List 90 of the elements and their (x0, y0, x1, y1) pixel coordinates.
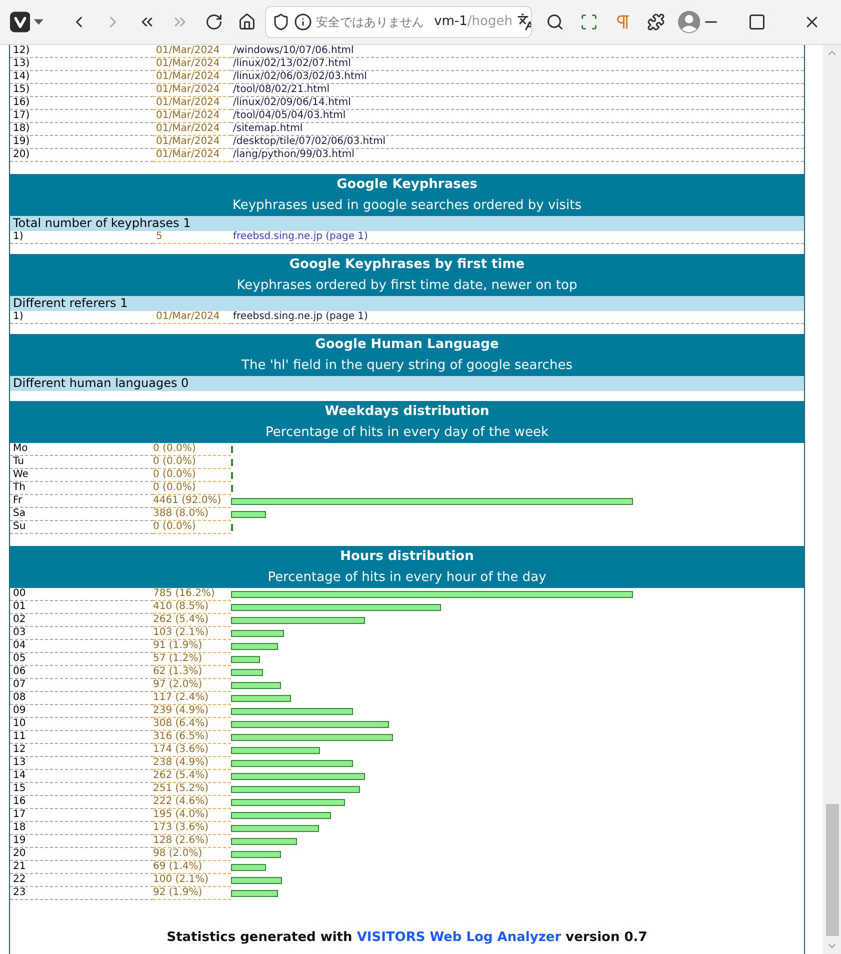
rank-cell: 1) (10, 311, 153, 324)
date-cell: 01/Mar/2024 (153, 110, 231, 123)
date-cell: 01/Mar/2024 (153, 71, 231, 84)
label-cell: 00 (10, 588, 153, 601)
label-cell: We (10, 469, 153, 482)
keyphrase-text: freebsd.sing.ne.jp (page 1) (231, 311, 804, 324)
page-path-link[interactable]: /linux/02/06/03/02/03.html (231, 71, 804, 84)
dropdown-caret-icon[interactable] (34, 19, 44, 25)
page-path-link[interactable]: /linux/02/09/06/14.html (231, 97, 804, 110)
browser-logo-icon[interactable] (10, 11, 30, 33)
rank-cell: 17) (10, 110, 153, 123)
label-cell: Mo (10, 443, 153, 456)
date-cell: 01/Mar/2024 (153, 123, 231, 136)
label-cell: 23 (10, 887, 153, 900)
label-cell: 01 (10, 601, 153, 614)
label-cell: 20 (10, 848, 153, 861)
label-cell: 08 (10, 692, 153, 705)
label-cell: 06 (10, 666, 153, 679)
section-title: Hours distribution (10, 546, 804, 567)
label-cell: Sa (10, 508, 153, 521)
section-subtitle: Percentage of hits in every day of the week (10, 422, 804, 443)
label-cell: 07 (10, 679, 153, 692)
label-cell: 19 (10, 835, 153, 848)
label-cell: Th (10, 482, 153, 495)
page-path-link[interactable]: /lang/python/99/03.html (231, 149, 804, 162)
rank-cell: 1) (10, 231, 153, 244)
label-cell: 17 (10, 809, 153, 822)
summary-row: Different referers 1 (10, 296, 804, 311)
scrollbar[interactable] (823, 45, 841, 954)
analyzer-link[interactable]: VISITORS Web Log Analyzer (356, 930, 562, 945)
date-cell: 01/Mar/2024 (153, 149, 231, 162)
rank-cell: 14) (10, 71, 153, 84)
date-cell: 01/Mar/2024 (153, 97, 231, 110)
label-cell: 21 (10, 861, 153, 874)
summary-row: Total number of keyphrases 1 (10, 216, 804, 231)
rank-cell: 16) (10, 97, 153, 110)
rank-cell: 19) (10, 136, 153, 149)
section-subtitle: Percentage of hits in every hour of the day (10, 567, 804, 588)
label-cell: 02 (10, 614, 153, 627)
page-path-link[interactable]: /sitemap.html (231, 123, 804, 136)
address-field[interactable]: 安全ではありません vm-1/hogeh (265, 6, 532, 38)
date-cell: 01/Mar/2024 (153, 84, 231, 97)
section-title: Google Human Language (10, 334, 804, 355)
label-cell: 10 (10, 718, 153, 731)
keyphrase-link[interactable]: freebsd.sing.ne.jp (page 1) (231, 231, 804, 244)
label-cell: 03 (10, 627, 153, 640)
rank-cell: 20) (10, 149, 153, 162)
label-cell: 05 (10, 653, 153, 666)
label-cell: 18 (10, 822, 153, 835)
section-title: Google Keyphrases (10, 174, 804, 195)
rank-cell: 12) (10, 45, 153, 58)
label-cell: 04 (10, 640, 153, 653)
rank-cell: 18) (10, 123, 153, 136)
security-label: 安全ではありません (316, 14, 424, 31)
value-cell: 5 (153, 231, 231, 244)
label-cell: Tu (10, 456, 153, 469)
label-cell: Su (10, 521, 153, 534)
scrollbar-thumb[interactable] (826, 804, 838, 936)
summary-row: Different human languages 0 (10, 376, 804, 391)
section-subtitle: The 'hl' field in the query string of google searches (10, 355, 804, 376)
date-cell: 01/Mar/2024 (153, 45, 231, 58)
date-cell: 01/Mar/2024 (153, 136, 231, 149)
translate-icon[interactable] (516, 13, 531, 31)
label-cell: 15 (10, 783, 153, 796)
page-path-link[interactable]: /linux/02/13/02/07.html (231, 58, 804, 71)
date-cell: 01/Mar/2024 (153, 58, 231, 71)
label-cell: 13 (10, 757, 153, 770)
label-cell: 11 (10, 731, 153, 744)
label-cell: 14 (10, 770, 153, 783)
value-cell: 01/Mar/2024 (153, 311, 231, 324)
rank-cell: 13) (10, 58, 153, 71)
page-path-link[interactable]: /tool/04/05/04/03.html (231, 110, 804, 123)
url-text: vm-1/hogeh (434, 13, 512, 32)
section-subtitle: Keyphrases used in google searches ordered by visits (10, 195, 804, 216)
section-title: Weekdays distribution (10, 401, 804, 422)
section-subtitle: Keyphrases ordered by first time date, newer on top (10, 275, 804, 296)
section-title: Google Keyphrases by first time (10, 254, 804, 275)
avatar-icon[interactable] (678, 10, 700, 34)
page-path-link[interactable]: /desktop/tile/07/02/06/03.html (231, 136, 804, 149)
shield-icon (272, 13, 290, 31)
page-path-link[interactable]: /windows/10/07/06.html (231, 45, 804, 58)
footer-text: Statistics generated with VISITORS Web Log Analyzer version 0.7 (166, 929, 648, 947)
info-icon[interactable] (294, 13, 312, 31)
label-cell: 12 (10, 744, 153, 757)
rank-cell: 15) (10, 84, 153, 97)
label-cell: 16 (10, 796, 153, 809)
label-cell: Fr (10, 495, 153, 508)
page-path-link[interactable]: /tool/08/02/21.html (231, 84, 804, 97)
label-cell: 22 (10, 874, 153, 887)
label-cell: 09 (10, 705, 153, 718)
